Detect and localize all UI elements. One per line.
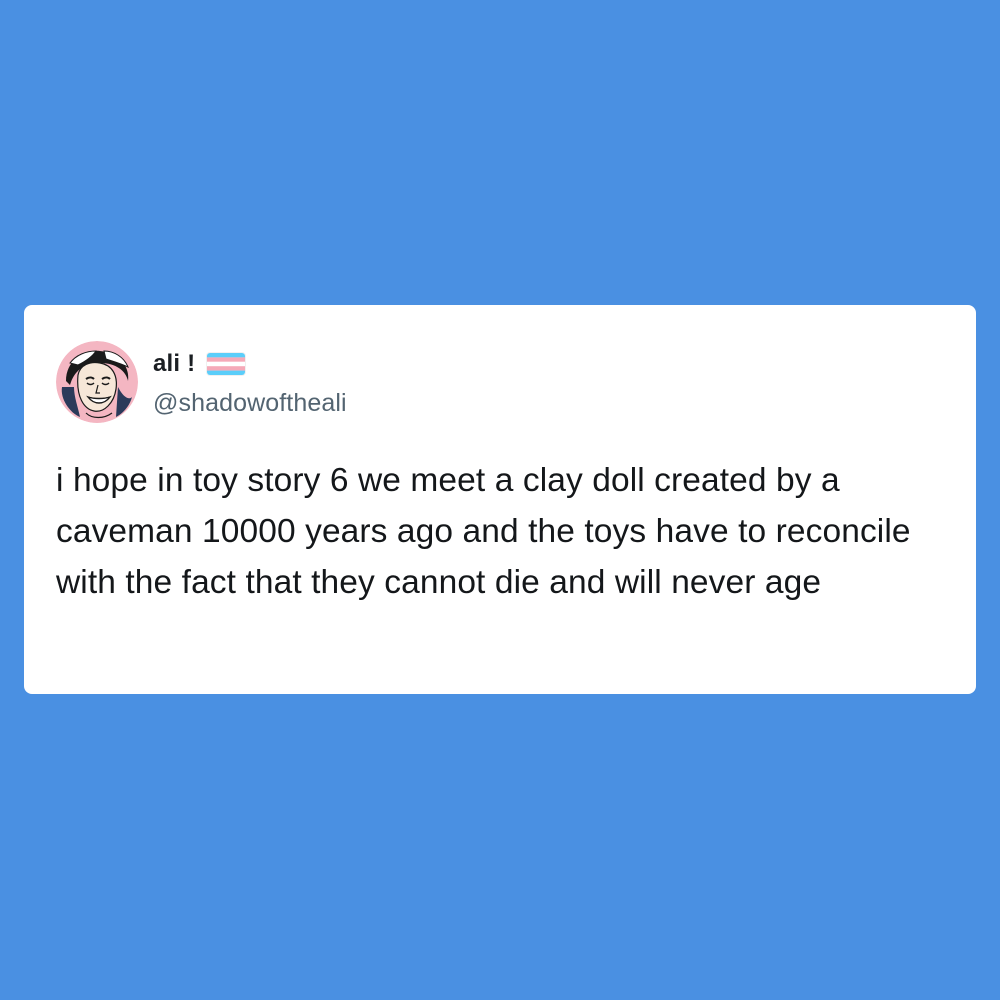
post-card: ali ! @shadowoftheali i hope in toy stor… [24,305,976,694]
post-header: ali ! @shadowoftheali [56,341,347,423]
trans-pride-flag-icon [207,352,246,375]
author-handle[interactable]: @shadowoftheali [153,389,347,418]
display-name[interactable]: ali ! [153,350,195,378]
avatar[interactable] [56,341,138,423]
author-identity: ali ! @shadowoftheali [153,347,347,418]
avatar-icon [56,341,138,423]
post-text: i hope in toy story 6 we meet a clay dol… [56,462,911,601]
name-row: ali ! [153,347,347,381]
